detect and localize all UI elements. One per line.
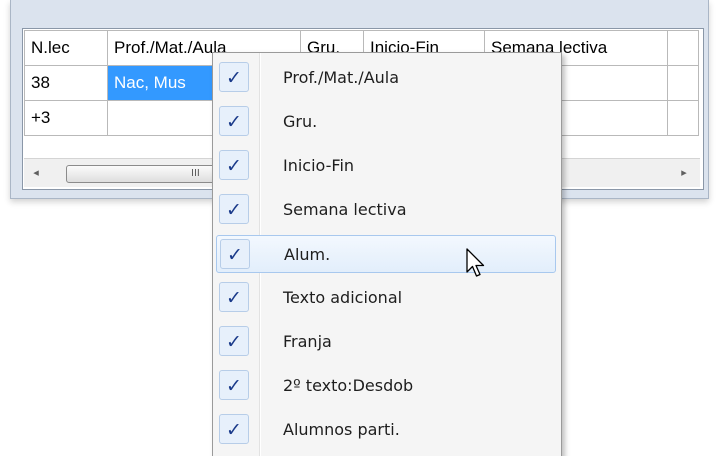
- column-header-empty: [667, 30, 699, 66]
- menu-item-label: Franja: [283, 332, 332, 351]
- menu-item-semana-lectiva[interactable]: ✓ Semana lectiva: [216, 191, 556, 229]
- checkmark-icon: ✓: [219, 326, 249, 356]
- checkmark-icon: ✓: [220, 239, 250, 269]
- menu-item-label: Semana lectiva: [283, 200, 407, 219]
- checkmark-icon: ✓: [219, 194, 249, 224]
- checkmark-icon: ✓: [219, 62, 249, 92]
- menu-item-alumnos-parti[interactable]: ✓ Alumnos parti.: [216, 411, 556, 449]
- scroll-left-arrow-icon[interactable]: ◂: [28, 165, 44, 181]
- cell-empty[interactable]: [667, 100, 699, 136]
- menu-item-label: Prof./Mat./Aula: [283, 68, 400, 87]
- menu-item-label: Alum.: [284, 245, 331, 264]
- mouse-pointer-icon: [466, 248, 485, 277]
- screen: N.lec Prof./Mat./Aula Gru. Inicio-Fin Se…: [0, 0, 718, 456]
- cell-empty[interactable]: [667, 65, 699, 101]
- checkmark-icon: ✓: [219, 106, 249, 136]
- menu-item-texto-adicional[interactable]: ✓ Texto adicional: [216, 279, 556, 317]
- menu-item-label: Gru.: [283, 112, 318, 131]
- menu-item-label: Inicio-Fin: [283, 156, 355, 175]
- scroll-right-arrow-icon[interactable]: ▸: [676, 165, 692, 181]
- menu-item-alum[interactable]: ✓ Alum.: [216, 235, 556, 273]
- checkmark-icon: ✓: [219, 414, 249, 444]
- menu-item-label: 2º texto:Desdob: [283, 376, 414, 395]
- menu-item-label: Alumnos parti.: [283, 420, 400, 439]
- checkmark-icon: ✓: [219, 370, 249, 400]
- checkmark-icon: ✓: [219, 282, 249, 312]
- column-header-n-lec[interactable]: N.lec: [24, 30, 108, 66]
- column-context-menu: ✓ Prof./Mat./Aula ✓ Gru. ✓ Inicio-Fin ✓ …: [212, 52, 562, 456]
- cell-n-lec[interactable]: 38: [24, 65, 108, 101]
- menu-item-2-texto-desdob[interactable]: ✓ 2º texto:Desdob: [216, 367, 556, 405]
- checkmark-icon: ✓: [219, 150, 249, 180]
- menu-item-prof-mat-aula[interactable]: ✓ Prof./Mat./Aula: [216, 59, 556, 97]
- menu-item-label: Texto adicional: [283, 288, 403, 307]
- cell-n-lec[interactable]: +3: [24, 100, 108, 136]
- menu-item-franja[interactable]: ✓ Franja: [216, 323, 556, 361]
- menu-item-gru[interactable]: ✓ Gru.: [216, 103, 556, 141]
- menu-item-inicio-fin[interactable]: ✓ Inicio-Fin: [216, 147, 556, 185]
- scrollbar-grip-icon: III: [191, 168, 200, 179]
